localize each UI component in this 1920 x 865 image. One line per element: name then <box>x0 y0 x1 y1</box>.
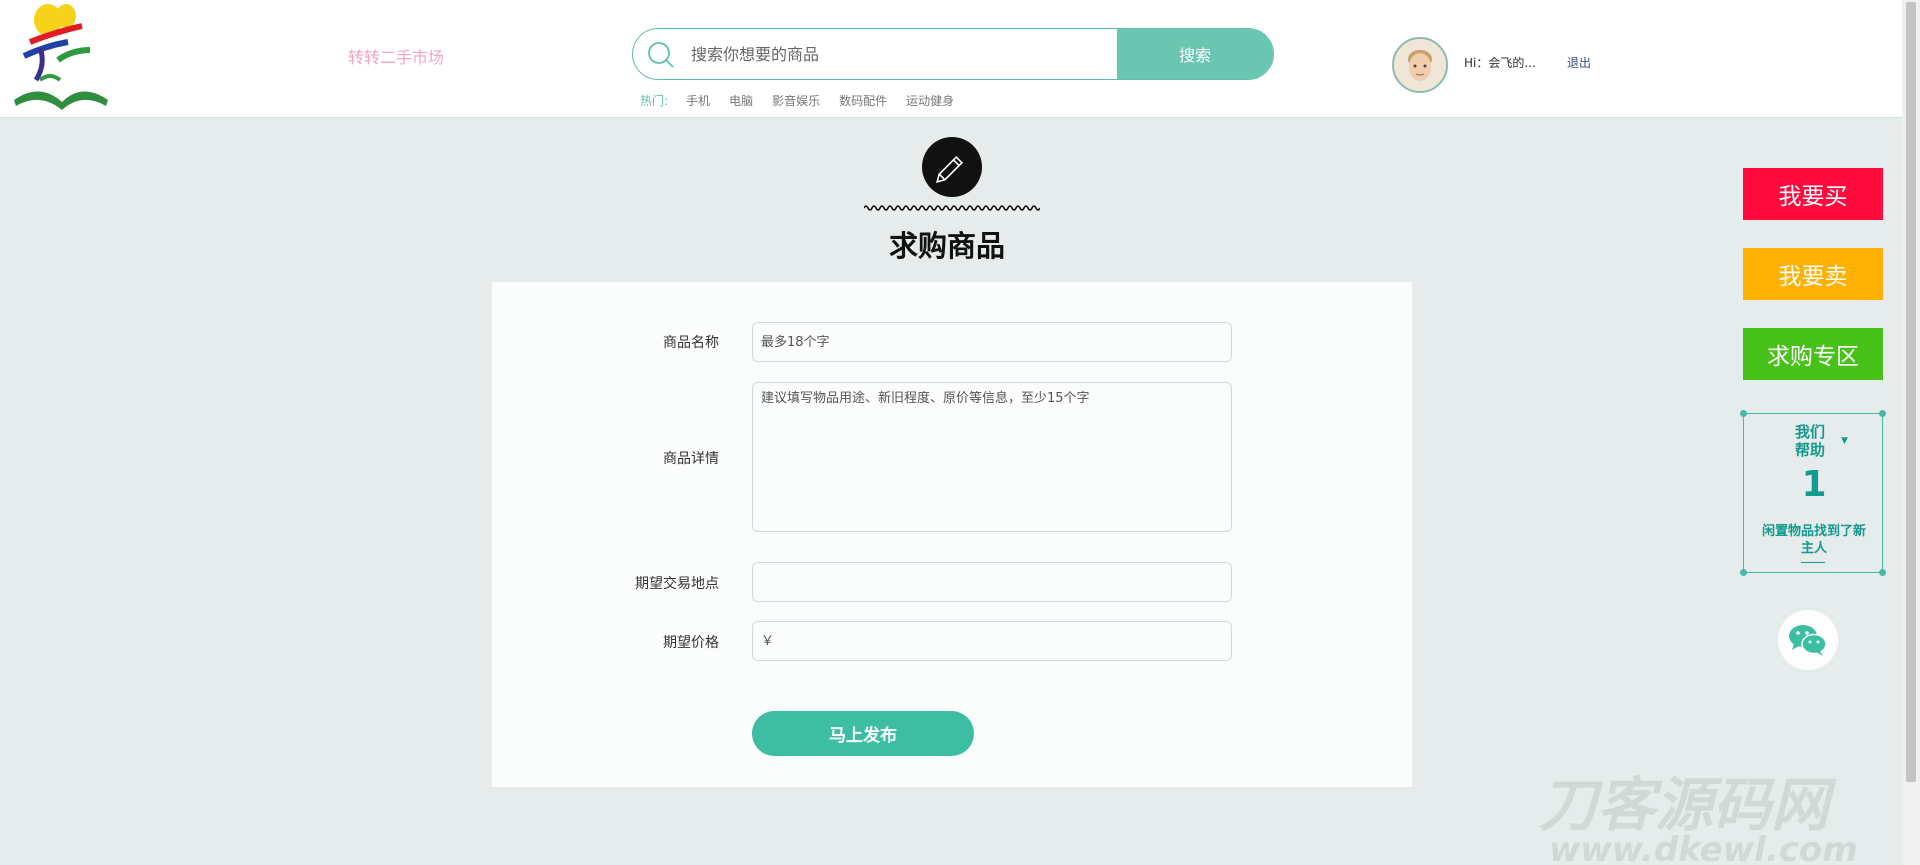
hot-link[interactable]: 影音娱乐 <box>772 92 820 109</box>
corner-dot <box>1879 410 1886 417</box>
site-logo-icon[interactable] <box>10 2 110 114</box>
product-name-input[interactable] <box>752 322 1232 362</box>
watermark-main: 刀客源码网 <box>1539 771 1837 839</box>
corner-dot <box>1879 569 1886 576</box>
product-detail-textarea[interactable] <box>752 382 1232 532</box>
wechat-button[interactable] <box>1778 610 1838 670</box>
hot-link[interactable]: 电脑 <box>729 92 753 109</box>
help-stats-box: 我们帮助 ▼ 1 闲置物品找到了新主人 <box>1740 410 1886 576</box>
sell-button[interactable]: 我要卖 <box>1743 248 1883 300</box>
user-avatar-icon <box>1394 39 1446 91</box>
scrollbar-thumb[interactable] <box>1906 2 1916 782</box>
search-bar: 搜索 <box>632 28 1274 80</box>
help-underline <box>1801 562 1825 563</box>
hot-links: 热门: 手机 电脑 影音娱乐 数码配件 运动健身 <box>640 92 973 109</box>
corner-dot <box>1740 410 1747 417</box>
hot-link[interactable]: 数码配件 <box>839 92 887 109</box>
help-title: 我们帮助 <box>1794 423 1825 459</box>
hot-label: 热门: <box>640 94 669 108</box>
price-label: 期望价格 <box>663 635 719 651</box>
location-input[interactable] <box>752 562 1232 602</box>
vertical-scrollbar[interactable] <box>1902 0 1920 865</box>
request-form: 商品名称 商品详情 期望交易地点 期望价格 马上发布 <box>492 282 1412 787</box>
request-zone-button[interactable]: 求购专区 <box>1743 328 1883 380</box>
hot-link[interactable]: 手机 <box>686 92 710 109</box>
hot-link[interactable]: 运动健身 <box>906 92 954 109</box>
site-watermark: 刀客源码网 www.dkewl.com <box>1539 771 1858 865</box>
pencil-icon <box>922 137 982 197</box>
help-count: 1 <box>1801 464 1827 505</box>
site-header: 转转二手市场 搜索 热门: 手机 电脑 影音娱乐 数码配件 运动健身 Hi：会飞… <box>0 0 1902 118</box>
detail-label: 商品详情 <box>663 451 719 467</box>
wave-divider <box>864 205 1040 211</box>
corner-dot <box>1740 569 1747 576</box>
avatar[interactable] <box>1392 37 1448 93</box>
user-greeting: Hi：会飞的... <box>1464 56 1536 70</box>
watermark-url: www.dkewl.com <box>1549 830 1858 865</box>
caret-down-icon: ▼ <box>1841 436 1848 446</box>
page-title: 求购商品 <box>888 229 1005 263</box>
wechat-icon <box>1789 625 1827 656</box>
logout-link[interactable]: 退出 <box>1567 54 1591 71</box>
site-name-link[interactable]: 转转二手市场 <box>348 44 444 68</box>
search-button[interactable]: 搜索 <box>1117 29 1273 79</box>
help-text: 闲置物品找到了新主人 <box>1761 524 1866 556</box>
location-label: 期望交易地点 <box>635 576 719 592</box>
publish-button[interactable]: 马上发布 <box>752 711 974 756</box>
search-icon <box>648 42 674 68</box>
price-input[interactable] <box>752 621 1232 661</box>
name-label: 商品名称 <box>663 335 719 351</box>
buy-button[interactable]: 我要买 <box>1743 168 1883 220</box>
